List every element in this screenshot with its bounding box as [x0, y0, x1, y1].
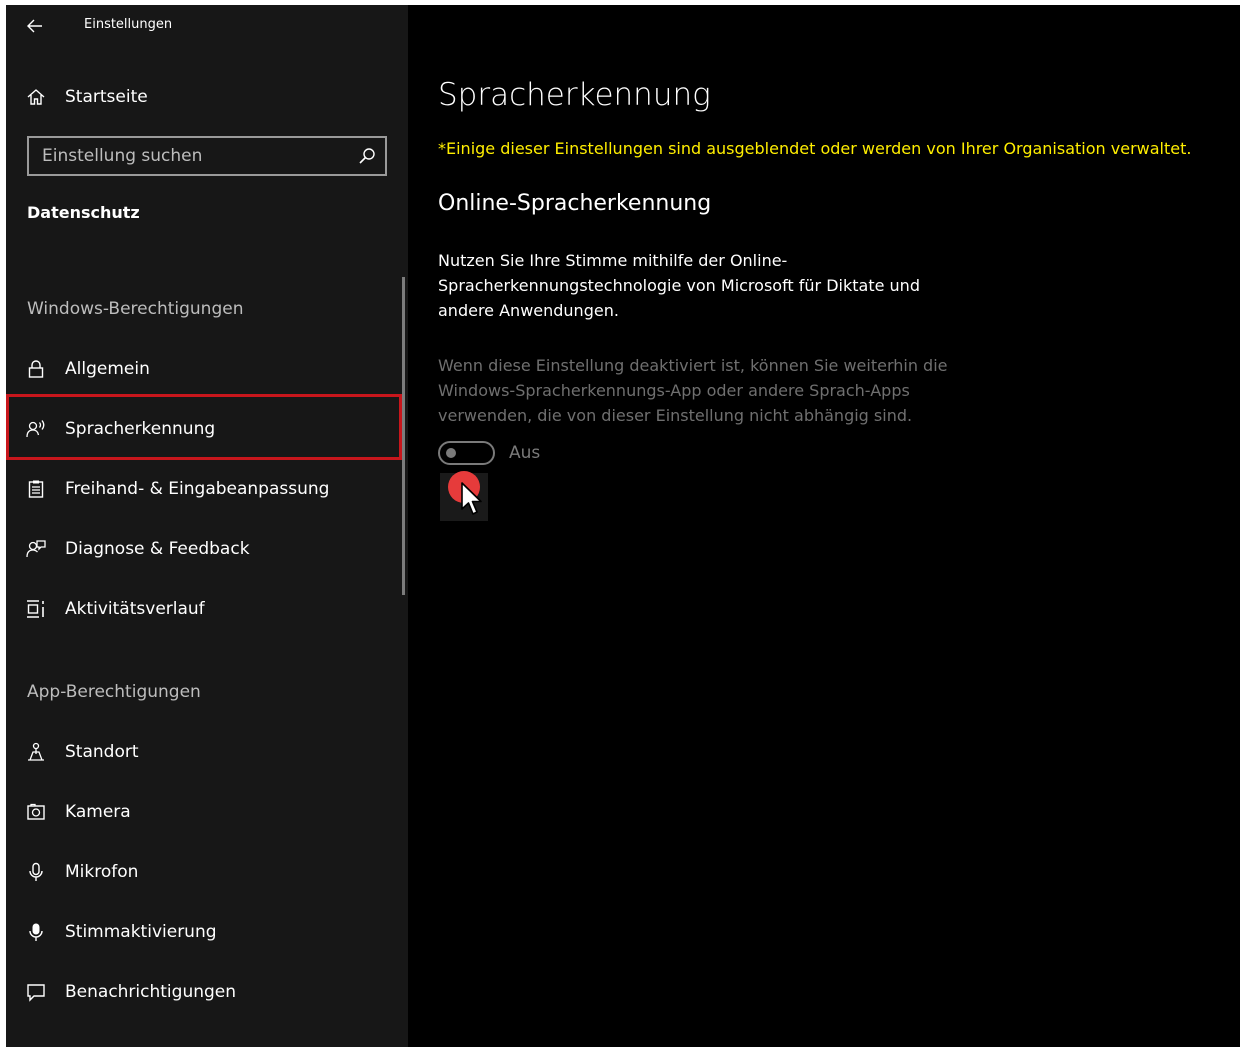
- notification-icon: [25, 981, 47, 1003]
- nav-item-label: Mikrofon: [65, 862, 139, 882]
- nav-item-aktivitaetsverlauf[interactable]: Aktivitätsverlauf: [6, 583, 408, 635]
- search-box[interactable]: [27, 136, 387, 176]
- nav-item-label: Diagnose & Feedback: [65, 539, 250, 559]
- nav-item-diagnose[interactable]: Diagnose & Feedback: [6, 523, 408, 575]
- nav-item-label: Aktivitätsverlauf: [65, 599, 205, 619]
- main-content: Spracherkennung *Einige dieser Einstellu…: [408, 5, 1240, 1047]
- online-speech-toggle[interactable]: [438, 441, 495, 465]
- lock-icon: [25, 358, 47, 380]
- nav-item-label: Kamera: [65, 802, 131, 822]
- click-marker: [448, 471, 480, 503]
- nav-item-benachrichtigungen[interactable]: Benachrichtigungen: [6, 966, 408, 1018]
- section-heading: Online-Spracherkennung: [438, 191, 712, 216]
- group-header-windows: Windows-Berechtigungen: [27, 299, 244, 319]
- sidebar: Einstellungen Startseite Datenschutz Win…: [6, 5, 408, 1047]
- toggle-knob: [446, 448, 456, 458]
- clipboard-icon: [25, 478, 47, 500]
- nav-home-label: Startseite: [65, 87, 148, 107]
- toggle-state-label: Aus: [509, 443, 541, 463]
- settings-window: Einstellungen Startseite Datenschutz Win…: [6, 5, 1240, 1047]
- nav-item-allgemein[interactable]: Allgemein: [6, 343, 408, 395]
- nav-home[interactable]: Startseite: [6, 71, 408, 123]
- page-title: Spracherkennung: [438, 77, 711, 113]
- nav-item-standort[interactable]: Standort: [6, 726, 408, 778]
- timeline-icon: [25, 598, 47, 620]
- nav-item-label: Spracherkennung: [65, 419, 216, 439]
- voice-activation-icon: [25, 921, 47, 943]
- nav-item-label: Freihand- & Eingabeanpassung: [65, 479, 330, 499]
- mouse-pointer-icon: [461, 482, 482, 515]
- title-bar: Einstellungen: [6, 5, 408, 47]
- sidebar-scrollbar[interactable]: [402, 277, 405, 595]
- description-text: Nutzen Sie Ihre Stimme mithilfe der Onli…: [438, 251, 920, 320]
- back-button[interactable]: [20, 13, 50, 39]
- search-input[interactable]: [29, 138, 349, 174]
- section-title: Datenschutz: [27, 203, 140, 222]
- nav-item-label: Standort: [65, 742, 139, 762]
- camera-icon: [25, 801, 47, 823]
- nav-item-stimmaktivierung[interactable]: Stimmaktivierung: [6, 906, 408, 958]
- nav-item-label: Allgemein: [65, 359, 150, 379]
- diagnostics-icon: [25, 538, 47, 560]
- location-icon: [25, 741, 47, 763]
- cursor-overlay: [440, 473, 488, 521]
- nav-item-mikrofon[interactable]: Mikrofon: [6, 846, 408, 898]
- nav-item-spracherkennung[interactable]: Spracherkennung: [6, 403, 408, 455]
- nav-item-freihand[interactable]: Freihand- & Eingabeanpassung: [6, 463, 408, 515]
- nav-item-label: Stimmaktivierung: [65, 922, 217, 942]
- search-icon[interactable]: [357, 146, 377, 166]
- back-arrow-icon: [27, 19, 42, 33]
- group-header-app: App-Berechtigungen: [27, 682, 201, 702]
- speech-icon: [25, 418, 47, 440]
- microphone-icon: [25, 861, 47, 883]
- nav-item-label: Benachrichtigungen: [65, 982, 237, 1002]
- nav-item-kamera[interactable]: Kamera: [6, 786, 408, 838]
- home-icon: [25, 86, 47, 108]
- app-title: Einstellungen: [84, 17, 173, 32]
- info-text: Wenn diese Einstellung deaktiviert ist, …: [438, 356, 948, 425]
- organization-notice: *Einige dieser Einstellungen sind ausgeb…: [438, 139, 1192, 158]
